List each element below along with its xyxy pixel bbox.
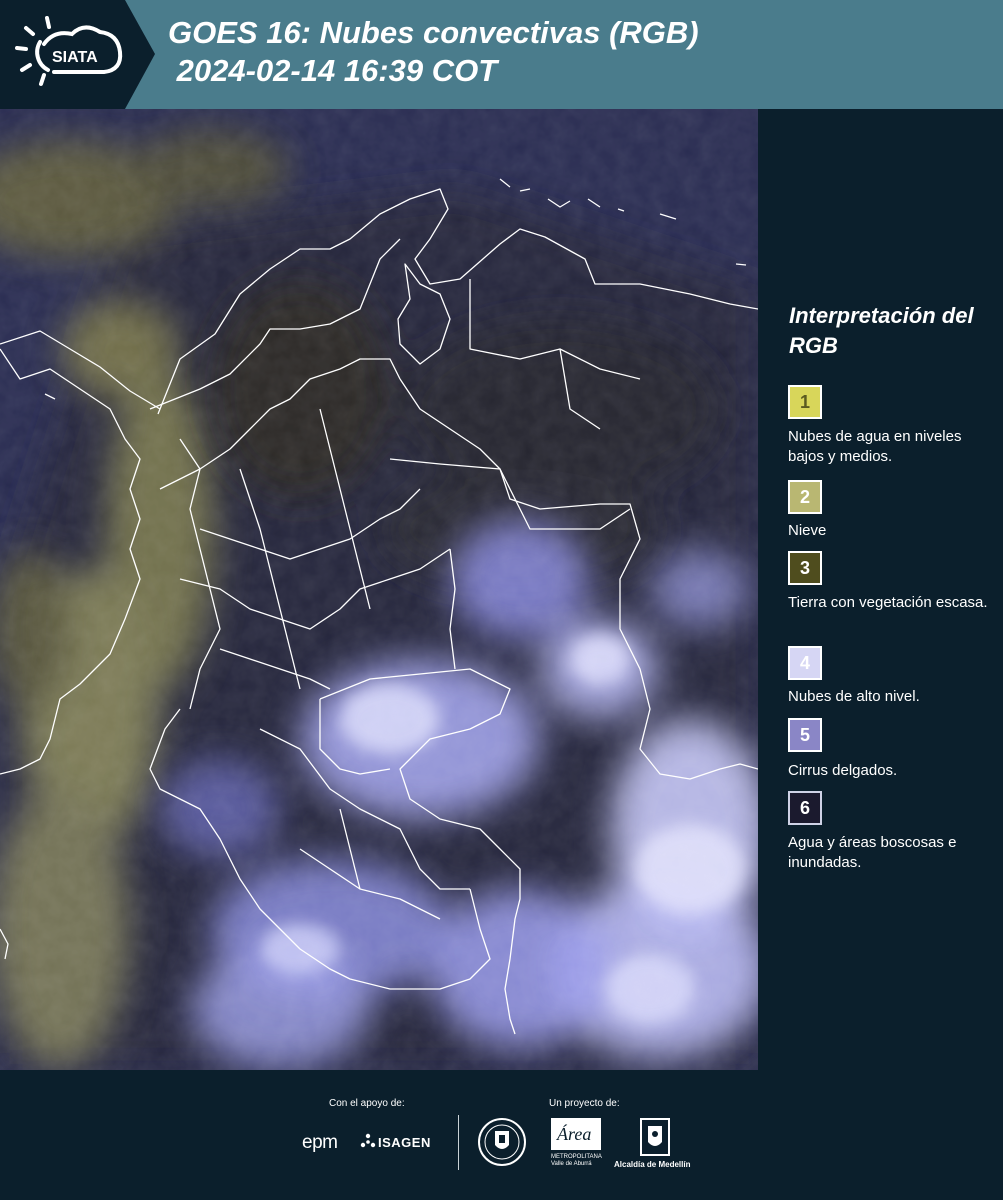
legend-swatch-2: 2: [788, 480, 822, 514]
epm-logo[interactable]: epm: [302, 1132, 338, 1154]
satellite-map[interactable]: [0, 109, 758, 1070]
area-metropolitana-logo[interactable]: Área: [551, 1118, 601, 1155]
isagen-logo[interactable]: ISAGEN: [378, 1135, 431, 1150]
sun-cloud-icon: SIATA: [15, 16, 123, 86]
legend-label-6: Agua y áreas boscosas e inundadas.: [788, 834, 957, 871]
legend-swatch-3: 3: [788, 551, 822, 585]
legend-swatch-5: 5: [788, 718, 822, 752]
isagen-icon: [360, 1133, 376, 1154]
legend-label-5: Cirrus delgados.: [788, 762, 898, 779]
legend-swatch-4: 4: [788, 646, 822, 680]
page-title: GOES 16: Nubes convectivas (RGB) 2024-02…: [168, 15, 699, 88]
legend-title: Interpretación del RGB: [789, 303, 974, 358]
satellite-image: [0, 109, 758, 1070]
footer-divider: [458, 1115, 459, 1170]
footer: Con el apoyo de: Un proyecto de: epm ISA…: [0, 1070, 1003, 1200]
legend-swatch-1: 1: [788, 385, 822, 419]
header-bar: SIATA GOES 16: Nubes convectivas (RGB) 2…: [0, 0, 1003, 109]
legend-label-4: Nubes de alto nivel.: [788, 688, 920, 705]
medellin-seal-icon[interactable]: [477, 1117, 527, 1172]
legend-swatch-6: 6: [788, 791, 822, 825]
legend-panel: Interpretación del RGB 1 Nubes de agua en…: [758, 109, 1003, 1070]
siata-logo[interactable]: SIATA: [0, 0, 155, 109]
area-metropolitana-label: METROPOLITANA Valle de Aburrá: [551, 1154, 602, 1167]
logo-text: SIATA: [52, 49, 98, 66]
legend-label-3: Tierra con vegetación escasa.: [788, 594, 988, 611]
alcaldia-label: Alcaldía de Medellín: [614, 1160, 691, 1169]
project-caption: Un proyecto de:: [549, 1098, 620, 1109]
legend-label-1: Nubes de agua en niveles bajos y medios.: [788, 428, 962, 465]
alcaldia-shield-icon[interactable]: [640, 1118, 670, 1161]
legend-label-2: Nieve: [788, 522, 827, 539]
area-logo-text: Área: [556, 1123, 591, 1144]
support-caption: Con el apoyo de:: [329, 1098, 405, 1109]
